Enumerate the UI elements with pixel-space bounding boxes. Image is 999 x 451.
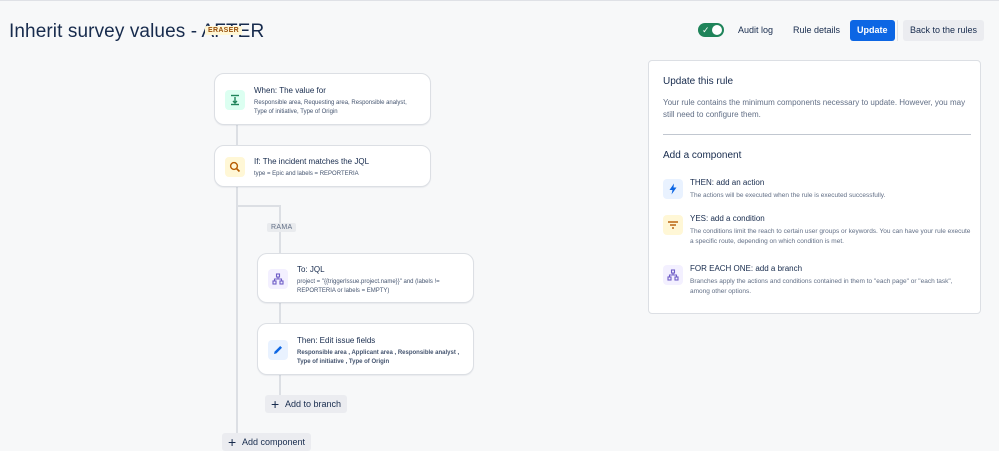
branch-connector [236, 205, 280, 207]
rule-enabled-toggle[interactable]: ✓ [698, 23, 724, 37]
add-to-branch-button[interactable]: + Add to branch [265, 395, 348, 413]
update-rule-panel: Update this rule Your rule contains the … [648, 60, 981, 314]
panel-subtitle: Add a component [663, 150, 742, 161]
action-title: Then: Edit issue fields [297, 336, 376, 345]
option-title: FOR EACH ONE: add a branch [690, 264, 803, 273]
rule-details-button[interactable]: Rule details [785, 20, 848, 41]
audit-log-button[interactable]: Audit log [730, 20, 781, 41]
field-value-icon [225, 90, 245, 110]
back-to-rules-button[interactable]: Back to the rules [903, 20, 985, 41]
branch-description: project = "{{triggerIssue.project.name}}… [297, 279, 440, 294]
trigger-title: When: The value for [254, 86, 326, 95]
action-description: Responsible area , Applicant area , Resp… [297, 350, 460, 365]
plus-icon: + [271, 396, 280, 412]
trigger-description: Responsible area, Requesting area, Respo… [254, 100, 407, 115]
condition-card[interactable]: If: The incident matches the JQL type = … [214, 145, 431, 187]
add-to-branch-label: Add to branch [285, 399, 342, 409]
branch-icon [268, 269, 288, 289]
plus-icon: + [228, 434, 237, 450]
update-button[interactable]: Update [850, 20, 895, 41]
branch-label: RAMA [267, 223, 297, 232]
flow-connector [236, 187, 238, 437]
option-description: The actions will be executed when the ru… [690, 192, 886, 199]
option-description: The conditions limit the reach to certai… [690, 228, 971, 245]
check-icon: ✓ [702, 25, 710, 35]
option-title: YES: add a condition [690, 214, 765, 223]
search-icon [225, 157, 245, 177]
branch-icon [663, 265, 683, 285]
top-border [0, 0, 999, 1]
filter-icon [663, 215, 683, 235]
flow-connector [236, 125, 238, 145]
option-title: THEN: add an action [690, 178, 765, 187]
status-badge: ERASER [205, 26, 242, 35]
branch-connector [279, 303, 281, 323]
panel-divider [663, 134, 971, 135]
header-divider [897, 20, 898, 41]
option-description: Branches apply the actions and condition… [690, 278, 953, 295]
trigger-card[interactable]: When: The value for Responsible area, Re… [214, 73, 431, 125]
condition-description: type = Epic and labels = REPORTERIA [254, 171, 359, 177]
add-component-label: Add component [242, 437, 306, 447]
add-component-button[interactable]: + Add component [222, 433, 312, 451]
pencil-icon [268, 340, 288, 360]
lightning-icon [663, 179, 683, 199]
action-card[interactable]: Then: Edit issue fields Responsible area… [257, 323, 474, 375]
condition-title: If: The incident matches the JQL [254, 157, 370, 166]
branch-title: To: JQL [297, 265, 325, 274]
toggle-knob [712, 25, 722, 35]
branch-card[interactable]: To: JQL project = "{{triggerIssue.projec… [257, 253, 474, 303]
branch-connector [279, 375, 281, 395]
panel-description: Your rule contains the minimum component… [663, 98, 966, 119]
panel-title: Update this rule [663, 76, 734, 87]
